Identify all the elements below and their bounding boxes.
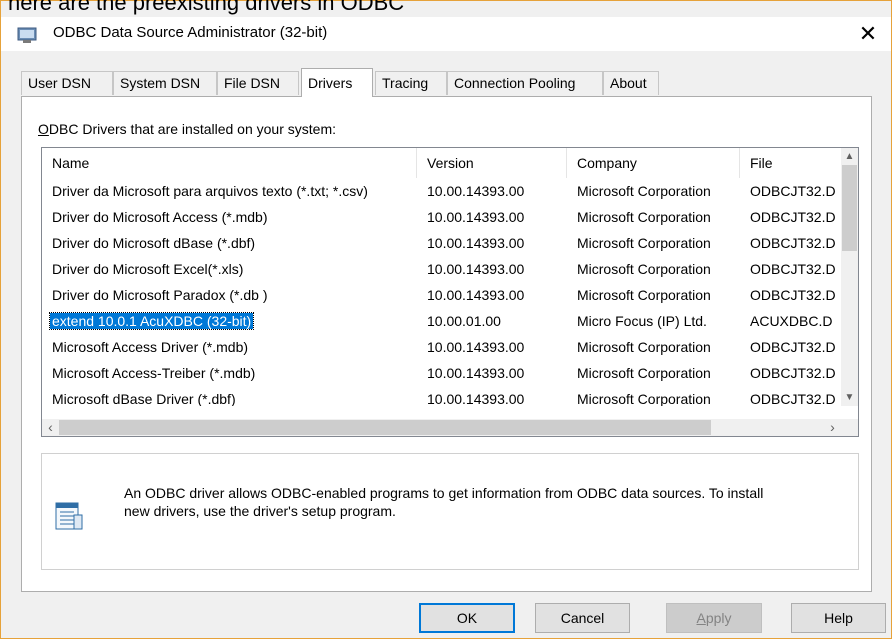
table-row[interactable]: Microsoft Access Driver (*.mdb) 10.00.14… bbox=[42, 334, 842, 360]
tab-about[interactable]: About bbox=[603, 71, 659, 95]
caption-text: DBC Drivers that are installed on your s… bbox=[48, 121, 336, 137]
vertical-scroll-thumb[interactable] bbox=[842, 165, 857, 251]
tab-connection-pooling[interactable]: Connection Pooling bbox=[447, 71, 603, 95]
drivers-caption: ODBC Drivers that are installed on your … bbox=[38, 121, 336, 137]
scroll-left-icon[interactable]: ‹ bbox=[42, 419, 59, 436]
info-box: An ODBC driver allows ODBC-enabled progr… bbox=[41, 453, 859, 570]
driver-company: Microsoft Corporation bbox=[577, 287, 711, 303]
tab-tracing[interactable]: Tracing bbox=[375, 71, 447, 95]
scroll-down-icon[interactable]: ▼ bbox=[841, 389, 858, 406]
tab-user-dsn[interactable]: User DSN bbox=[21, 71, 113, 95]
odbc-dialog: ODBC Data Source Administrator (32-bit) … bbox=[0, 0, 892, 639]
driver-version: 10.00.01.00 bbox=[427, 313, 501, 329]
table-row[interactable]: Driver do Microsoft Paradox (*.db ) 10.0… bbox=[42, 282, 842, 308]
driver-company: Microsoft Corporation bbox=[577, 261, 711, 277]
driver-version: 10.00.14393.00 bbox=[427, 339, 525, 355]
driver-name: Driver do Microsoft Excel(*.xls) bbox=[52, 261, 244, 277]
driver-version: 10.00.14393.00 bbox=[427, 287, 525, 303]
table-row[interactable]: Driver do Microsoft dBase (*.dbf) 10.00.… bbox=[42, 230, 842, 256]
apply-button[interactable]: Apply bbox=[666, 603, 762, 633]
driver-version: 10.00.14393.00 bbox=[427, 183, 525, 199]
help-button[interactable]: Help bbox=[791, 603, 886, 633]
drivers-panel: ODBC Drivers that are installed on your … bbox=[21, 96, 872, 592]
info-line-2: new drivers, use the driver's setup prog… bbox=[124, 503, 396, 519]
driver-file: ODBCJT32.D bbox=[750, 183, 836, 199]
table-row[interactable]: Microsoft dBase Driver (*.dbf) 10.00.143… bbox=[42, 386, 842, 406]
driver-version: 10.00.14393.00 bbox=[427, 209, 525, 225]
driver-version: 10.00.14393.00 bbox=[427, 235, 525, 251]
drivers-list[interactable]: Name Version Company File Driver da Micr… bbox=[41, 147, 859, 437]
driver-name: Driver do Microsoft Access (*.mdb) bbox=[52, 209, 268, 225]
column-header-company[interactable]: Company bbox=[567, 148, 740, 178]
vertical-scrollbar[interactable]: ▲ ▼ bbox=[841, 148, 858, 406]
driver-file: ODBCJT32.D bbox=[750, 235, 836, 251]
column-header-version[interactable]: Version bbox=[417, 148, 567, 178]
driver-file: ODBCJT32.D bbox=[750, 261, 836, 277]
horizontal-scrollbar[interactable]: ‹ › bbox=[42, 419, 858, 436]
info-message: An ODBC driver allows ODBC-enabled progr… bbox=[124, 484, 844, 520]
driver-name: Driver do Microsoft dBase (*.dbf) bbox=[52, 235, 256, 251]
tab-system-dsn[interactable]: System DSN bbox=[113, 71, 217, 95]
table-row[interactable]: Driver da Microsoft para arquivos texto … bbox=[42, 178, 842, 204]
driver-company: Microsoft Corporation bbox=[577, 339, 711, 355]
list-rows: Driver da Microsoft para arquivos texto … bbox=[42, 178, 842, 406]
column-header-file[interactable]: File bbox=[740, 148, 842, 178]
caption-accelerator: O bbox=[38, 121, 49, 137]
driver-name: Driver da Microsoft para arquivos texto … bbox=[52, 183, 368, 199]
info-line-1: An ODBC driver allows ODBC-enabled progr… bbox=[124, 485, 764, 501]
driver-company: Microsoft Corporation bbox=[577, 235, 711, 251]
driver-name: Microsoft dBase Driver (*.dbf) bbox=[52, 391, 236, 406]
tab-file-dsn[interactable]: File DSN bbox=[217, 71, 299, 95]
driver-file: ODBCJT32.D bbox=[750, 391, 836, 406]
driver-file: ODBCJT32.D bbox=[750, 339, 836, 355]
driver-name: extend 10.0.1 AcuXDBC (32-bit) bbox=[48, 312, 255, 330]
ok-button[interactable]: OK bbox=[419, 603, 515, 633]
annotation-text: here are the preexisting drivers in ODBC bbox=[8, 0, 405, 15]
cancel-button[interactable]: Cancel bbox=[535, 603, 630, 633]
tab-drivers[interactable]: Drivers bbox=[301, 68, 373, 97]
scroll-corner bbox=[841, 419, 858, 436]
odbc-app-icon bbox=[17, 27, 37, 43]
apply-label: pply bbox=[705, 610, 732, 626]
driver-file: ODBCJT32.D bbox=[750, 365, 836, 381]
column-header-name[interactable]: Name bbox=[42, 148, 417, 178]
driver-version: 10.00.14393.00 bbox=[427, 391, 525, 406]
driver-company: Microsoft Corporation bbox=[577, 183, 711, 199]
driver-company: Microsoft Corporation bbox=[577, 209, 711, 225]
title-bar: ODBC Data Source Administrator (32-bit) … bbox=[1, 17, 891, 51]
close-button[interactable]: ✕ bbox=[845, 17, 891, 51]
driver-version: 10.00.14393.00 bbox=[427, 261, 525, 277]
window-title: ODBC Data Source Administrator (32-bit) bbox=[53, 24, 328, 41]
driver-company: Microsoft Corporation bbox=[577, 391, 711, 406]
apply-accelerator: A bbox=[696, 610, 706, 626]
driver-file: ODBCJT32.D bbox=[750, 209, 836, 225]
table-row[interactable]: Microsoft Access-Treiber (*.mdb) 10.00.1… bbox=[42, 360, 842, 386]
table-row[interactable]: Driver do Microsoft Excel(*.xls) 10.00.1… bbox=[42, 256, 842, 282]
driver-info-icon bbox=[55, 502, 83, 530]
driver-name: Microsoft Access-Treiber (*.mdb) bbox=[52, 365, 256, 381]
driver-name: Microsoft Access Driver (*.mdb) bbox=[52, 339, 249, 355]
driver-company: Micro Focus (IP) Ltd. bbox=[577, 313, 707, 329]
driver-version: 10.00.14393.00 bbox=[427, 365, 525, 381]
driver-file: ODBCJT32.D bbox=[750, 287, 836, 303]
driver-name: Driver do Microsoft Paradox (*.db ) bbox=[52, 287, 268, 303]
horizontal-scroll-thumb[interactable] bbox=[59, 420, 711, 435]
driver-file: ACUXDBC.D bbox=[750, 313, 833, 329]
scroll-right-icon[interactable]: › bbox=[824, 419, 841, 436]
list-header: Name Version Company File bbox=[42, 148, 842, 178]
driver-company: Microsoft Corporation bbox=[577, 365, 711, 381]
table-row[interactable]: Driver do Microsoft Access (*.mdb) 10.00… bbox=[42, 204, 842, 230]
scroll-up-icon[interactable]: ▲ bbox=[841, 148, 858, 165]
table-row-selected[interactable]: extend 10.0.1 AcuXDBC (32-bit) 10.00.01.… bbox=[42, 308, 842, 334]
